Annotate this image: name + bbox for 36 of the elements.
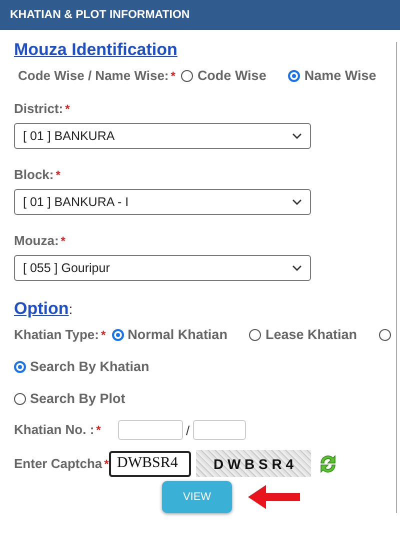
radio-option[interactable]: Name Wise (288, 68, 376, 83)
field-label: Khatian No. : (14, 422, 94, 437)
required-mark: * (56, 168, 60, 182)
field-label: District: (14, 101, 64, 116)
section-title: Option (14, 299, 69, 319)
input-field[interactable] (118, 420, 183, 440)
dropdown-field[interactable]: [ 01 ] BANKURA (14, 123, 311, 149)
captcha-image: D W B S R 4 (196, 450, 311, 477)
required-mark: * (96, 423, 101, 437)
required-mark: * (101, 328, 106, 342)
section-title: Mouza Identification (14, 40, 178, 60)
radio-option[interactable]: Lease Khatian (249, 327, 357, 342)
radio-button[interactable] (379, 328, 391, 340)
radio-option[interactable]: Search By Plot (14, 391, 126, 406)
captcha-field[interactable]: DWBSR4 (109, 450, 191, 476)
mode-label: Code Wise / Name Wise: (18, 68, 169, 83)
khatian-type-label: Khatian Type: (14, 327, 99, 342)
dropdown-field[interactable]: [ 01 ] BANKURA - I (14, 189, 311, 215)
colon: : (68, 301, 73, 317)
required-mark: * (60, 234, 66, 248)
field-label: Enter Captcha (14, 456, 102, 470)
required-mark: * (104, 456, 109, 470)
input-field[interactable] (192, 420, 246, 440)
field-label: Block: (14, 167, 54, 182)
radio-option[interactable]: Normal Khatian (112, 327, 228, 342)
field-label: Mouza: (14, 233, 59, 248)
header-title: KHATIAN & PLOT INFORMATION (10, 9, 190, 21)
required-mark: * (65, 102, 70, 116)
chevron-down-icon (292, 132, 302, 140)
dropdown-field[interactable]: [ 055 ] Gouripur (14, 255, 311, 281)
required-mark: * (170, 68, 176, 82)
separator: / (186, 422, 190, 438)
chevron-down-icon (292, 264, 302, 272)
radio-option[interactable]: Code Wise (181, 68, 266, 83)
radio-option[interactable]: Search By Khatian (14, 359, 150, 374)
chevron-down-icon (292, 198, 302, 206)
